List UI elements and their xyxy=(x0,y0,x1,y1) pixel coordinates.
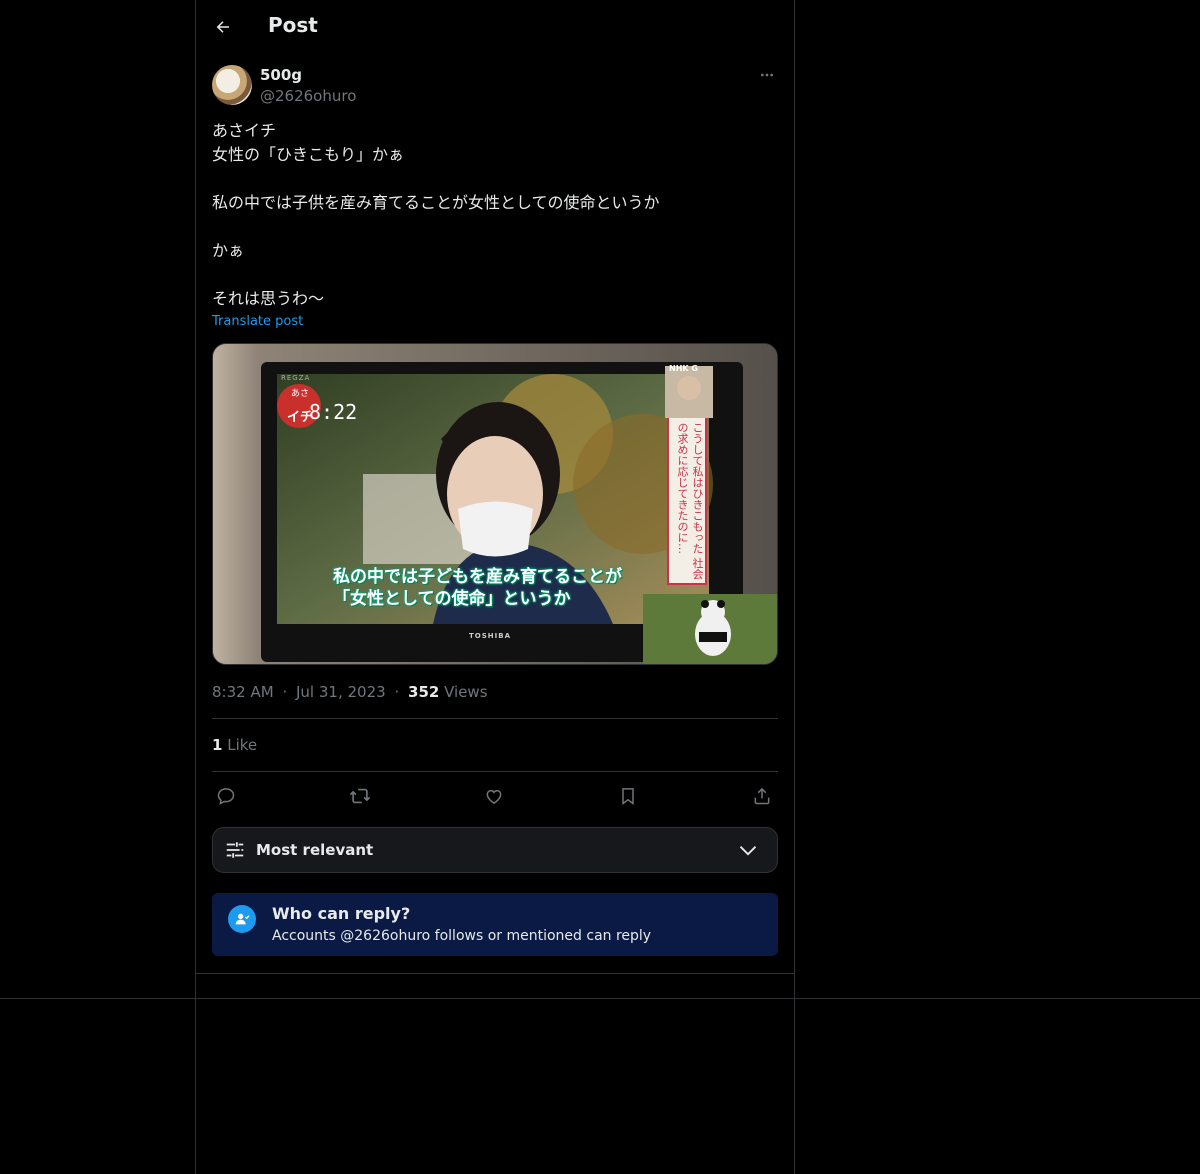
likes-label: Like xyxy=(227,736,258,754)
more-dots-icon xyxy=(761,73,773,77)
subtitle-line-2: 「女性としての使命」というか xyxy=(333,589,571,609)
who-can-reply-title: Who can reply? xyxy=(272,904,411,923)
who-can-reply-subtitle: Accounts @2626ohuro follows or mentioned… xyxy=(272,928,652,944)
avatar[interactable] xyxy=(212,65,252,105)
who-can-reply-notice: Who can reply? Accounts @2626ohuro follo… xyxy=(212,893,778,956)
reply-icon xyxy=(217,788,235,805)
channel-logo: NHK G xyxy=(669,364,698,373)
page-divider xyxy=(0,998,1200,999)
author-name[interactable]: 500g xyxy=(260,66,302,84)
post-text: あさイチ 女性の「ひきこもり」かぁ 私の中では子供を産み育てることが女性としての… xyxy=(212,121,660,308)
repost-icon xyxy=(349,788,371,804)
meta-separator: · xyxy=(282,683,288,701)
side-caption: こうして私はひきこもった 社会の求めに応じてきたのに… xyxy=(676,422,704,580)
tv-brand-bottom: TOSHIBA xyxy=(469,632,511,640)
divider xyxy=(212,718,778,719)
divider xyxy=(212,771,778,772)
bookmark-button[interactable] xyxy=(614,782,642,810)
likes-stat[interactable]: 1 Like xyxy=(212,736,257,754)
translate-post-link[interactable]: Translate post xyxy=(212,314,303,329)
tv-brand-top: REGZA xyxy=(281,374,311,382)
back-button[interactable] xyxy=(210,14,236,40)
author-handle[interactable]: @2626ohuro xyxy=(260,87,356,105)
sort-replies-dropdown[interactable]: Most relevant xyxy=(212,827,778,873)
mention-user-icon xyxy=(228,905,256,933)
sort-label: Most relevant xyxy=(256,841,374,859)
likes-count: 1 xyxy=(212,736,223,754)
tv-clock: 8:22 xyxy=(309,400,358,424)
reply-button[interactable] xyxy=(212,782,240,810)
post-date[interactable]: Jul 31, 2023 xyxy=(296,683,386,701)
page-title: Post xyxy=(268,13,318,37)
tv-subtitle: 私の中では子どもを産み育てることが 「女性としての使命」というか xyxy=(333,566,663,610)
more-options-button[interactable] xyxy=(756,64,778,86)
show-logo-top: あさ xyxy=(291,389,310,399)
post-time[interactable]: 8:32 AM xyxy=(212,683,274,701)
post-media-image[interactable]: REGZA あさ イチ 8:22 NHK G こうして私はひきこもった 社会の求… xyxy=(212,343,778,665)
share-button[interactable] xyxy=(748,782,776,810)
bookmark-icon xyxy=(622,788,634,805)
heart-icon xyxy=(486,789,502,804)
post-bottom-border xyxy=(196,973,794,974)
chevron-down-icon xyxy=(739,846,757,856)
views-count: 352 xyxy=(408,683,440,701)
subtitle-line-1: 私の中では子どもを産み育てることが xyxy=(333,567,622,587)
arrow-left-icon xyxy=(216,21,229,33)
post-author: 500g @2626ohuro xyxy=(212,64,778,108)
like-button[interactable] xyxy=(480,782,508,810)
filter-sliders-icon xyxy=(226,842,244,858)
meta-separator: · xyxy=(394,683,400,701)
post-meta: 8:32 AM · Jul 31, 2023 · 352 Views xyxy=(212,683,488,701)
share-icon xyxy=(754,787,770,805)
action-bar xyxy=(212,782,778,810)
repost-button[interactable] xyxy=(346,782,374,810)
views-label: Views xyxy=(444,683,488,701)
